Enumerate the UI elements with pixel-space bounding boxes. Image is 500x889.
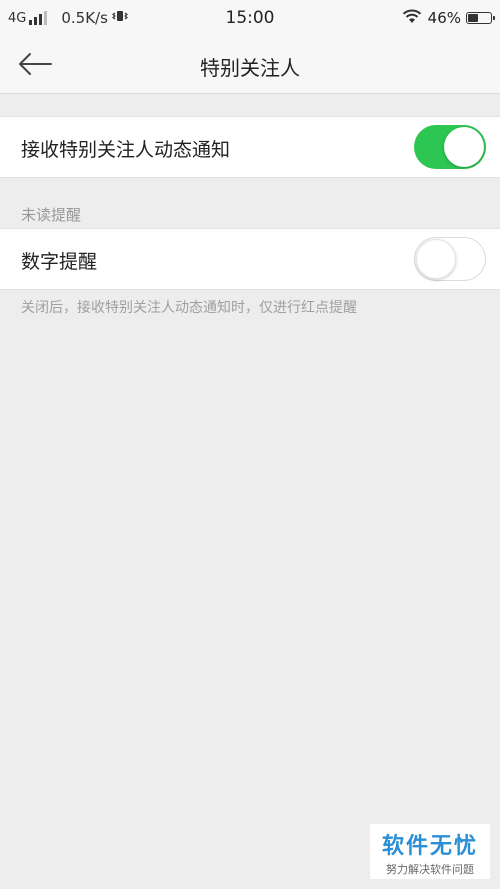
status-bar: 4G 0.5K/s 15:00 46% <box>0 0 500 36</box>
battery-fill <box>468 14 478 22</box>
battery-icon <box>466 12 495 24</box>
digit-reminder-row: 数字提醒 <box>0 228 500 290</box>
notify-setting-label: 接收特别关注人动态通知 <box>21 139 231 161</box>
notify-toggle[interactable] <box>414 125 486 169</box>
toggle-knob <box>416 239 456 279</box>
watermark-subtitle: 努力解决软件问题 <box>386 863 474 876</box>
status-right: 46% <box>402 8 495 28</box>
digit-reminder-hint: 关闭后，接收特别关注人动态通知时，仅进行红点提醒 <box>21 300 357 316</box>
wifi-icon <box>402 9 422 28</box>
watermark-title: 软件无忧 <box>381 834 478 859</box>
battery-percent: 46% <box>427 9 461 27</box>
notify-setting-row: 接收特别关注人动态通知 <box>0 116 500 178</box>
unread-section-header: 未读提醒 <box>21 206 82 224</box>
digit-reminder-label: 数字提醒 <box>21 251 98 273</box>
toggle-knob <box>444 127 484 167</box>
digit-reminder-toggle[interactable] <box>414 237 486 281</box>
nav-bar: 特别关注人 <box>0 36 500 94</box>
page-title: 特别关注人 <box>200 56 300 80</box>
watermark-logo: 软件无忧 努力解决软件问题 <box>370 824 490 879</box>
